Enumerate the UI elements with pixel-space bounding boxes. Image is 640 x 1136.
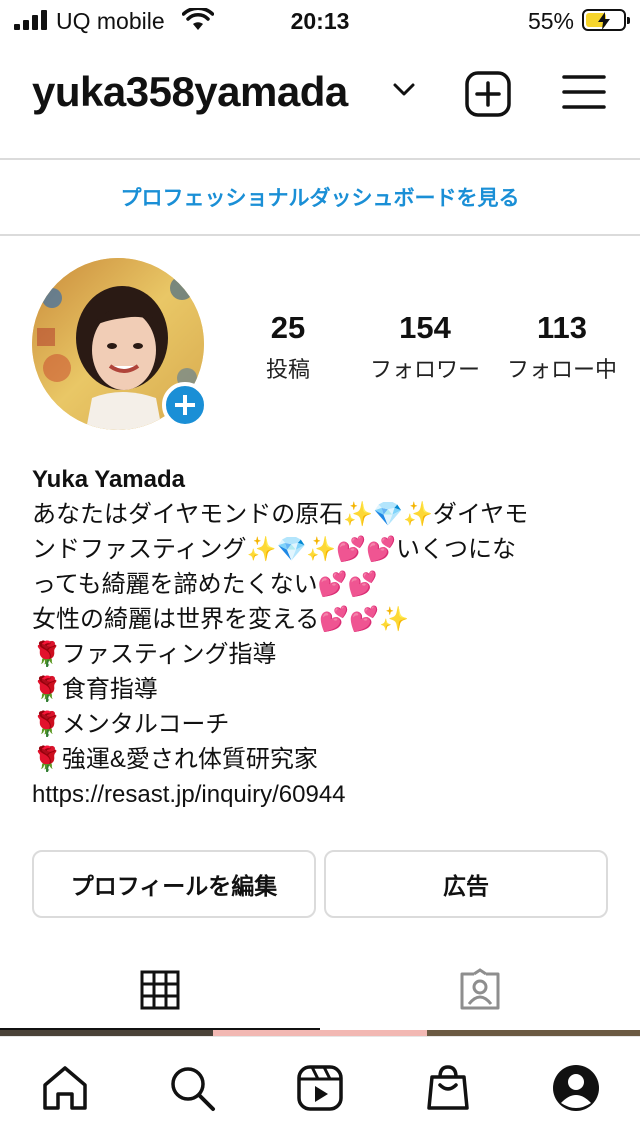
bio-link[interactable]: https://resast.jp/inquiry/60944 [32, 777, 612, 812]
battery-icon [582, 9, 630, 31]
tagged-icon [460, 968, 500, 1010]
profile-icon[interactable] [551, 1063, 601, 1113]
followers-stat[interactable]: 154 フォロワー [362, 310, 488, 384]
bio-line: あなたはダイヤモンドの原石✨💎✨ダイヤモ [32, 501, 529, 528]
menu-icon[interactable] [562, 72, 606, 112]
bio-line: 🌹強運&愛され体質研究家 [32, 746, 318, 773]
avatar-wrapper[interactable] [32, 258, 208, 432]
bio: Yuka Yamada あなたはダイヤモンドの原石✨💎✨ダイヤモ ンドファスティ… [32, 462, 612, 812]
following-stat[interactable]: 113 フォロー中 [500, 310, 624, 384]
bio-line: 女性の綺麗は世界を変える💕💕✨ [32, 606, 409, 633]
posts-count: 25 [270, 310, 306, 345]
profile-tabs [0, 950, 640, 1030]
shop-icon[interactable] [423, 1063, 473, 1113]
following-count: 113 [536, 310, 587, 345]
tab-posts-grid[interactable] [0, 950, 320, 1030]
display-name: Yuka Yamada [32, 466, 185, 493]
home-icon[interactable] [40, 1063, 90, 1113]
dashboard-label: プロフェッショナルダッシュボードを見る [120, 187, 520, 210]
profile-header: yuka358yamada [0, 44, 640, 160]
charging-bolt-icon [598, 12, 610, 30]
bio-line: ンドファスティング✨💎✨💕💕いくつにな [32, 536, 516, 563]
bio-line: 🌹メンタルコーチ [32, 711, 230, 738]
new-post-icon[interactable] [464, 70, 512, 118]
bio-line: 🌹食育指導 [32, 676, 158, 703]
username-switcher[interactable]: yuka358yamada [32, 68, 348, 116]
add-story-button[interactable] [162, 382, 208, 428]
chevron-down-icon[interactable] [392, 82, 416, 98]
search-icon[interactable] [167, 1063, 217, 1113]
following-label: フォロー中 [506, 357, 617, 382]
ads-button[interactable]: 広告 [324, 850, 608, 918]
bio-line: 🌹ファスティング指導 [32, 641, 277, 668]
followers-label: フォロワー [369, 357, 480, 382]
reels-icon[interactable] [295, 1063, 345, 1113]
posts-stat[interactable]: 25 投稿 [238, 310, 338, 384]
edit-profile-button[interactable]: プロフィールを編集 [32, 850, 316, 918]
bottom-nav [0, 1036, 640, 1136]
bio-line: っても綺麗を諦めたくない💕💕 [32, 571, 378, 598]
posts-label: 投稿 [265, 357, 310, 382]
followers-count: 154 [399, 310, 451, 345]
professional-dashboard-link[interactable]: プロフェッショナルダッシュボードを見る [0, 160, 640, 236]
grid-icon [140, 970, 180, 1010]
tab-tagged[interactable] [320, 950, 640, 1030]
battery-percent: 55% [527, 8, 574, 34]
status-bar: UQ mobile 20:13 55% [0, 0, 640, 44]
